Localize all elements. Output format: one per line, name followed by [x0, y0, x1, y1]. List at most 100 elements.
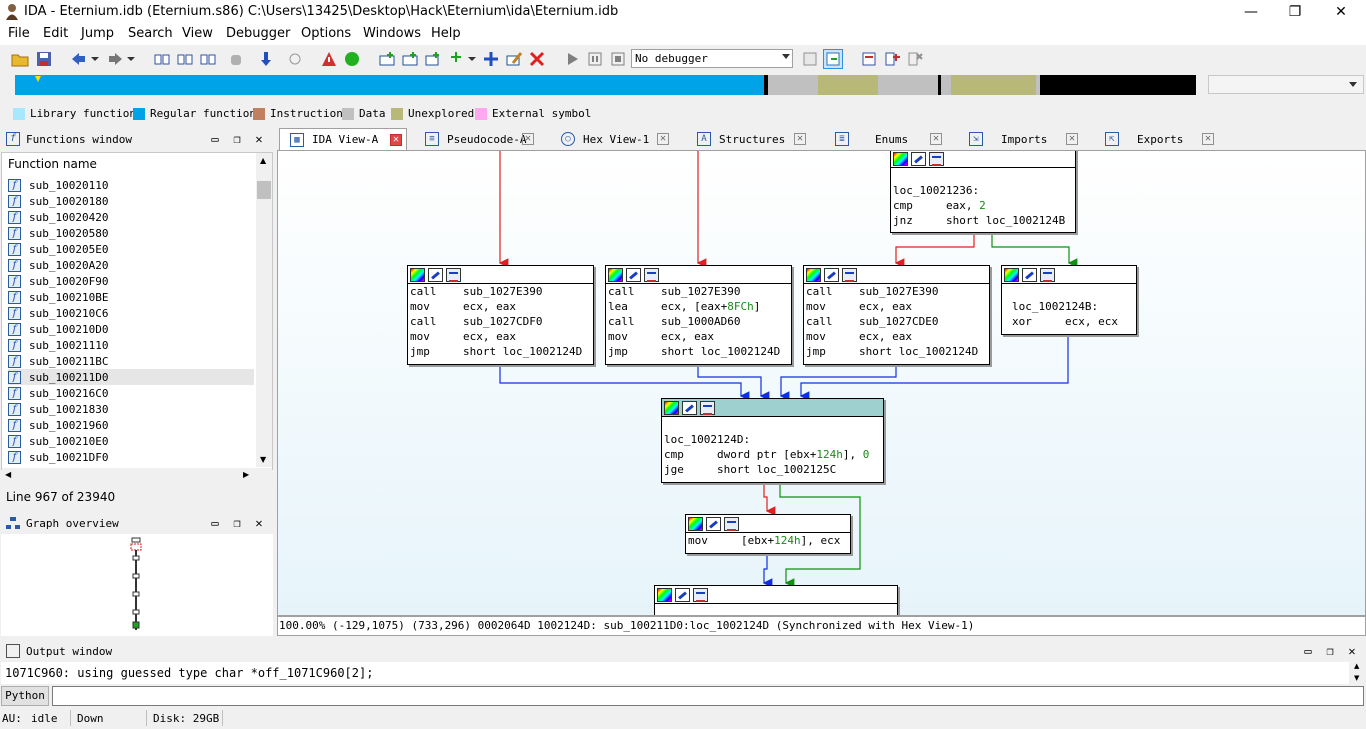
function-list-item[interactable]: f sub_100210C6 [8, 305, 254, 321]
close-tab-icon[interactable]: ✕ [794, 133, 806, 145]
rename-node-icon[interactable] [824, 267, 839, 282]
close-tab-icon[interactable]: ✕ [1066, 133, 1078, 145]
asm-line[interactable]: call sub_1027E390 [606, 284, 791, 299]
asm-line[interactable]: mov ecx, eax [606, 329, 791, 344]
collapse-node-icon[interactable] [446, 267, 461, 282]
rename-node-icon[interactable] [911, 151, 926, 166]
chevron-left-icon[interactable]: ◀ [5, 470, 11, 479]
function-list-item[interactable]: f sub_100216C0 [8, 385, 254, 401]
rename-node-icon[interactable] [675, 587, 690, 602]
tab-enums[interactable]: ≣ Enums ✕ [827, 128, 957, 150]
asm-line[interactable]: mov ecx, eax [804, 329, 989, 344]
menu-options[interactable]: Options [301, 26, 351, 41]
graph-node-loc-1002124D[interactable]: loc_1002124D: cmp dword ptr [ebx+124h], … [661, 398, 884, 483]
float-panel-icon[interactable]: ❐ [230, 132, 244, 146]
graph-node-call-b[interactable]: call sub_1027E390 lea ecx, [eax+8FCh] ca… [605, 265, 792, 365]
float-panel-icon[interactable]: ❐ [1323, 644, 1337, 658]
breakpoint-list-icon[interactable] [859, 49, 879, 69]
collapse-node-icon[interactable] [644, 267, 659, 282]
close-tab-icon[interactable]: ✕ [522, 133, 534, 145]
make-string-icon[interactable] [423, 49, 443, 69]
back-arrow-icon[interactable] [70, 49, 100, 69]
graph-node-loc-10021236[interactable]: loc_10021236: cmp eax, 2 jnz short loc_1… [890, 151, 1076, 233]
close-panel-icon[interactable]: ✕ [252, 516, 266, 530]
python-command-input[interactable] [52, 686, 1364, 706]
asm-line[interactable]: mov ecx, eax [408, 299, 593, 314]
chevron-right-icon[interactable]: ▶ [243, 470, 249, 479]
function-name-column-header[interactable]: Function name [8, 157, 97, 171]
undefine-icon[interactable] [481, 49, 501, 69]
close-tab-icon[interactable]: ✕ [930, 133, 942, 145]
minimize-panel-icon[interactable]: ▭ [1301, 644, 1315, 658]
asm-line[interactable]: call sub_1027CDF0 [408, 314, 593, 329]
step-over-icon[interactable] [823, 49, 843, 69]
asm-line[interactable]: cmp dword ptr [ebx+124h], 0 [662, 447, 883, 462]
asm-line[interactable]: xor ecx, ecx [1002, 314, 1136, 329]
function-list-item[interactable]: f sub_10020420 [8, 209, 254, 225]
menu-edit[interactable]: Edit [43, 26, 68, 41]
graph-node-call-a[interactable]: call sub_1027E390 mov ecx, eax call sub_… [407, 265, 594, 365]
make-code-icon[interactable] [377, 49, 397, 69]
text-search-icon[interactable] [175, 49, 195, 69]
color-node-icon[interactable] [608, 267, 623, 282]
scroll-thumb[interactable] [257, 181, 271, 199]
asm-label[interactable]: loc_10021236: [891, 183, 1075, 198]
functions-horizontal-scrollbar[interactable]: ◀ ▶ [2, 468, 272, 484]
collapse-node-icon[interactable] [929, 151, 944, 166]
function-list-item[interactable]: f sub_10020A20 [8, 257, 254, 273]
graph-node-call-c[interactable]: call sub_1027E390 mov ecx, eax call sub_… [803, 265, 990, 365]
stop-icon[interactable] [608, 49, 628, 69]
asm-line[interactable]: jmp short loc_1002124D [606, 344, 791, 359]
play-icon[interactable] [562, 49, 582, 69]
menu-jump[interactable]: Jump [81, 26, 114, 41]
remove-breakpoint-icon[interactable] [905, 49, 925, 69]
collapse-node-icon[interactable] [842, 267, 857, 282]
function-list-item[interactable]: f sub_100210E0 [8, 433, 254, 449]
asm-line[interactable]: mov [ebx+124h], ecx [686, 533, 850, 548]
color-node-icon[interactable] [893, 151, 908, 166]
rename-node-icon[interactable] [428, 267, 443, 282]
function-list-item[interactable]: f sub_100210D0 [8, 321, 254, 337]
make-data-icon[interactable] [400, 49, 420, 69]
debugger-select[interactable]: No debugger [631, 49, 793, 68]
step-into-icon[interactable] [800, 49, 820, 69]
function-list-item[interactable]: f sub_100210BE [8, 289, 254, 305]
python-button[interactable]: Python [1, 686, 49, 706]
tab-imports[interactable]: ⇲ Imports ✕ [963, 128, 1093, 150]
cross-reference-icon[interactable] [285, 49, 305, 69]
asm-line[interactable]: jmp short loc_1002124D [804, 344, 989, 359]
function-list-item[interactable]: f sub_10021830 [8, 401, 254, 417]
forward-arrow-icon[interactable] [106, 49, 136, 69]
make-array-icon[interactable] [447, 49, 477, 69]
asm-line[interactable]: mov ecx, eax [408, 329, 593, 344]
save-icon[interactable] [34, 49, 54, 69]
functions-vertical-scrollbar[interactable]: ▲ ▼ [256, 153, 272, 467]
collapse-node-icon[interactable] [724, 516, 739, 531]
graph-node-loc-1002125C[interactable] [654, 585, 898, 615]
color-node-icon[interactable] [410, 267, 425, 282]
minimize-panel-icon[interactable]: ▭ [208, 516, 222, 530]
color-node-icon[interactable] [688, 516, 703, 531]
graph-node-loc-1002124B[interactable]: loc_1002124B: xor ecx, ecx [1001, 265, 1137, 335]
binary-search-icon[interactable] [198, 49, 218, 69]
rename-node-icon[interactable] [626, 267, 641, 282]
menu-windows[interactable]: Windows [363, 26, 421, 41]
color-node-icon[interactable] [657, 587, 672, 602]
chevron-down-icon[interactable]: ▼ [1354, 674, 1359, 682]
green-circle-icon[interactable] [342, 49, 362, 69]
function-list-item[interactable]: f sub_10021DF0 [8, 449, 254, 465]
asm-line[interactable]: call sub_1027CDE0 [804, 314, 989, 329]
asm-line[interactable]: lea ecx, [eax+8FCh] [606, 299, 791, 314]
delete-icon[interactable] [527, 49, 547, 69]
menu-file[interactable]: File [8, 26, 30, 41]
close-button[interactable]: ✕ [1318, 0, 1364, 24]
function-list-item[interactable]: f sub_100211BC [8, 353, 254, 369]
pause-icon[interactable] [585, 49, 605, 69]
asm-label[interactable]: loc_1002124B: [1002, 299, 1136, 314]
menu-help[interactable]: Help [431, 26, 461, 41]
rename-node-icon[interactable] [682, 400, 697, 415]
rename-icon[interactable] [504, 49, 524, 69]
function-list-item[interactable]: f sub_10020180 [8, 193, 254, 209]
menu-search[interactable]: Search [128, 26, 173, 41]
asm-line[interactable]: call sub_1027E390 [408, 284, 593, 299]
